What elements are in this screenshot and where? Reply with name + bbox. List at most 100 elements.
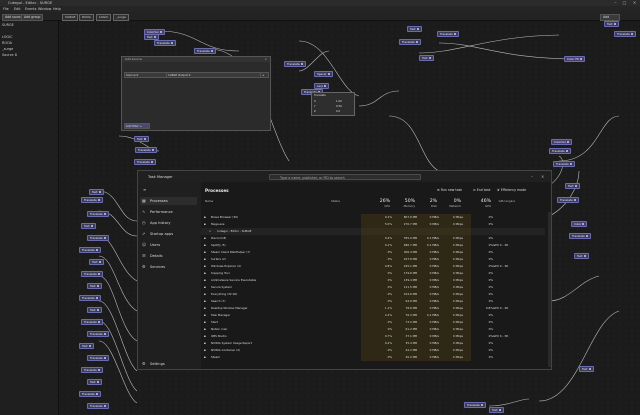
add-filter-button[interactable]: Add filter + [124, 123, 150, 129]
translate-node[interactable]: Translate [87, 403, 109, 409]
text-node[interactable]: Text [87, 379, 102, 385]
table-row[interactable]: ▪ OBS Studio 0.7% 37.1 MB 0 MB/s 0 Mbps 0% GPU … [201, 333, 545, 340]
translate-node[interactable]: Translate [549, 148, 571, 154]
port-icon[interactable] [453, 33, 456, 35]
nav-performance[interactable]: ∿ Performance [140, 208, 197, 216]
table-row[interactable]: ▪ NVIDIA System Usage Report 0.2% 35.4 MB 0 … [201, 340, 545, 347]
port-icon[interactable] [159, 31, 162, 33]
port-icon[interactable] [98, 261, 101, 263]
port-icon[interactable] [569, 163, 572, 165]
text-node[interactable]: Text [419, 55, 434, 61]
port-icon[interactable] [170, 42, 173, 44]
translate-node[interactable]: Translate [87, 235, 109, 241]
table-row[interactable]: ▪ Steam Client WebHelper (7) 0% 306.4 MB 0 M… [201, 249, 545, 256]
vector-node[interactable]: Translate X 1.00 Y 0.50 Z 0.0 [311, 92, 355, 116]
port-icon[interactable] [565, 150, 568, 152]
translate-node[interactable]: Translate [464, 402, 486, 408]
color-fill-node[interactable]: Color Fill [564, 56, 585, 62]
add-global-button[interactable]: Add global [600, 13, 620, 24]
tab-surge[interactable]: SURGE [62, 14, 79, 21]
vector-x-value[interactable]: 1.00 [336, 100, 342, 103]
port-icon[interactable] [210, 50, 213, 52]
translate-node[interactable]: Translate [399, 39, 421, 45]
port-icon[interactable] [588, 368, 591, 370]
sidebar-item-surge[interactable]: _surge [2, 47, 13, 51]
table-row[interactable]: ▪ Notion (nw) 0% 61.2 MB 0 MB/s 0 Mbps 0% [201, 326, 545, 333]
translate-node[interactable]: Translate [81, 197, 103, 203]
sidebar-item-source8[interactable]: Source 8 [2, 53, 17, 57]
port-icon[interactable] [143, 138, 146, 140]
port-icon[interactable] [95, 393, 98, 395]
port-icon[interactable] [583, 255, 586, 257]
colorval-node[interactable]: ColorVal [551, 139, 572, 145]
text-node[interactable]: Text [89, 259, 104, 265]
column-header-name[interactable]: Name [205, 199, 235, 211]
port-icon[interactable] [480, 404, 483, 406]
port-icon[interactable] [103, 333, 106, 335]
translate-node[interactable]: Translate [87, 331, 109, 337]
column-header-disk[interactable]: 2% Disk [415, 199, 437, 211]
vector-z-value[interactable]: 0.0 [336, 110, 340, 113]
add-icon[interactable]: + [260, 72, 269, 78]
table-row[interactable]: ▪ Task Manager 2.2% 76.4 MB 0.1 MB/s 0 Mbps 0% [201, 312, 545, 319]
table-row[interactable]: ▪ Desktop Window Manager 1.1% 78.6 MB 0 MB/s… [201, 305, 545, 312]
port-icon[interactable] [151, 149, 154, 151]
translate-node[interactable]: Translate [87, 211, 109, 217]
translate-node[interactable]: Translate [134, 159, 156, 165]
translate-node[interactable]: Translate [87, 355, 109, 361]
vector-y-value[interactable]: 0.50 [336, 105, 342, 108]
port-icon[interactable] [327, 73, 330, 75]
column-header-status[interactable]: Status [331, 199, 361, 211]
table-row[interactable]: ▪ Steam 0% 30.2 MB 0 MB/s 0 Mbps 0% [201, 354, 545, 361]
text-node[interactable]: Text [604, 21, 619, 27]
color-node[interactable]: Color [571, 221, 588, 227]
tab-logic[interactable]: LOGIC [96, 14, 112, 21]
port-icon[interactable] [324, 85, 327, 87]
port-icon[interactable] [566, 141, 569, 143]
port-icon[interactable] [97, 273, 100, 275]
process-search-input[interactable]: Type a name, publisher, or PID to search [269, 174, 421, 180]
text-node[interactable]: Text [407, 26, 422, 32]
translate-node[interactable]: Translate [569, 233, 591, 239]
nav-processes[interactable]: ▦ Processes [140, 197, 197, 205]
port-icon[interactable] [90, 225, 93, 227]
port-icon[interactable] [416, 28, 419, 30]
nav-details[interactable]: ☰ Details [140, 252, 197, 260]
translate-node[interactable]: Translate [437, 31, 459, 37]
port-icon[interactable] [613, 23, 616, 25]
text-node[interactable]: Text [87, 307, 102, 313]
nav-services[interactable]: ⚙ Services [140, 263, 197, 271]
text-node[interactable]: Text [81, 223, 96, 229]
port-icon[interactable] [300, 63, 303, 65]
nav-app-history[interactable]: ◷ App history [140, 219, 197, 227]
minimize-icon[interactable]: – [531, 174, 533, 179]
port-icon[interactable] [630, 33, 633, 35]
tab-surge-private[interactable]: _surge [113, 14, 129, 21]
table-row[interactable]: ▪ Everything (32 bit) 0% 104.6 MB 0 MB/s 0 Mb… [201, 291, 545, 298]
port-icon[interactable] [88, 345, 91, 347]
translate-node[interactable]: Translate [81, 271, 103, 277]
text-node[interactable]: Text [579, 366, 594, 372]
port-icon[interactable] [97, 199, 100, 201]
column-header-memory[interactable]: 50% Memory [393, 199, 415, 211]
port-icon[interactable] [582, 223, 585, 225]
table-row[interactable]: ▪ Spotify (5) 0.1% 480.7 MB 0.1 MB/s 0 Mbps 0%… [201, 242, 545, 249]
nav-users[interactable]: ☺ Users [140, 241, 197, 249]
port-icon[interactable] [428, 57, 431, 59]
translate-node[interactable]: Translate [79, 295, 101, 301]
column-header-network[interactable]: 0% Network [439, 199, 461, 211]
translate-node[interactable]: Translate [81, 367, 103, 373]
translate-node[interactable]: Translate [79, 247, 101, 253]
column-header-gpu-engine[interactable]: GPU engine [493, 199, 515, 211]
port-icon[interactable] [95, 297, 98, 299]
port-icon[interactable] [579, 58, 582, 60]
port-icon[interactable] [150, 161, 153, 163]
text-node[interactable]: Text [79, 343, 94, 349]
table-row[interactable]: ▪ NVIDIA Container (2) 0% 42.2 MB 0 MB/s 0 Mb… [201, 347, 545, 354]
port-icon[interactable] [96, 285, 99, 287]
efficiency-mode-button[interactable]: ❦ Efficiency mode [497, 188, 526, 192]
table-row[interactable]: ▪ Search (7) 0% 94.9 MB 0 MB/s 0 Mbps 0% [201, 298, 545, 305]
close-icon[interactable]: × [541, 174, 544, 179]
translate-node[interactable]: Translate [79, 391, 101, 397]
add-group-button[interactable]: Add group [21, 13, 44, 21]
